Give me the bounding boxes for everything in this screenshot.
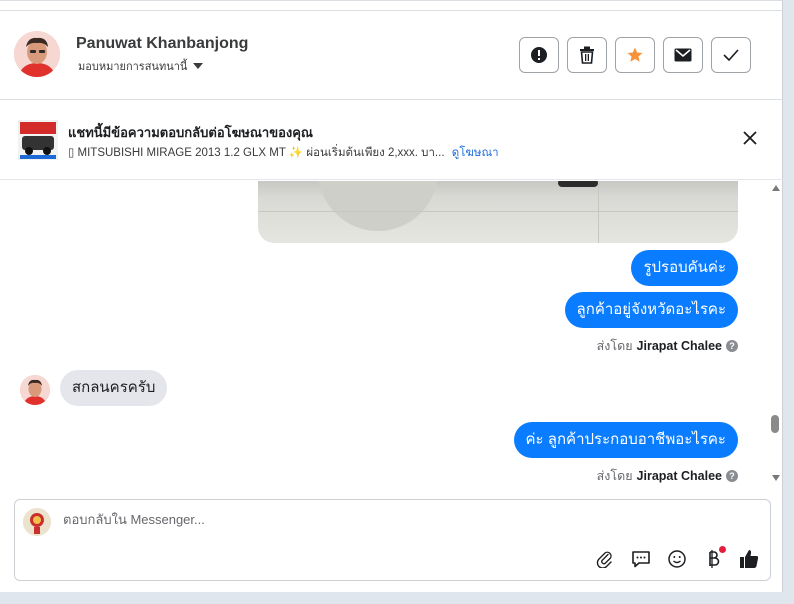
sent-by-prefix: ส่งโดย: [596, 469, 633, 483]
like-button[interactable]: [738, 548, 760, 570]
contact-avatar[interactable]: [14, 31, 60, 77]
mark-unread-button[interactable]: [663, 37, 703, 73]
contact-name[interactable]: Panuwat Khanbanjong: [76, 35, 248, 53]
caret-down-icon: [193, 63, 204, 69]
message-bubble-incoming[interactable]: สกลนครครับ: [60, 370, 168, 406]
contact-avatar-small[interactable]: [20, 375, 50, 405]
ad-description: ▯ MITSUBISHI MIRAGE 2013 1.2 GLX MT ✨ ผ่…: [68, 147, 445, 159]
emoji-button[interactable]: [666, 548, 688, 570]
help-icon[interactable]: ?: [726, 340, 738, 352]
scroll-down-arrow-icon[interactable]: [772, 475, 780, 481]
baht-icon: [709, 550, 720, 568]
help-icon[interactable]: ?: [726, 470, 738, 482]
spam-button[interactable]: [519, 37, 559, 73]
message-scrollbar[interactable]: [768, 181, 782, 493]
paperclip-icon: [596, 551, 612, 568]
chat-bubble-icon: [632, 551, 650, 568]
mark-done-button[interactable]: [711, 37, 751, 73]
thumbs-up-icon: [740, 550, 759, 568]
close-banner-button[interactable]: [743, 131, 757, 150]
delete-button[interactable]: [567, 37, 607, 73]
reply-composer: [14, 499, 771, 581]
ad-banner-title: แชทนี้มีข้อความตอบกลับต่อโฆษณาของคุณ: [68, 125, 313, 140]
car-photo-attachment[interactable]: [258, 181, 738, 243]
payment-button[interactable]: [702, 546, 726, 570]
attach-button[interactable]: [594, 548, 616, 570]
ad-reply-banner: แชทนี้มีข้อความตอบกลับต่อโฆษณาของคุณ ▯ M…: [0, 101, 783, 180]
header-actions: [519, 37, 751, 73]
message-bubble-outgoing[interactable]: ค่ะ ลูกค้าประกอบอาชีพอะไรคะ: [513, 422, 738, 458]
trash-icon: [580, 46, 594, 64]
scrollbar-thumb[interactable]: [771, 415, 779, 433]
assign-conversation-dropdown[interactable]: มอบหมายการสนทนานี้: [78, 57, 204, 75]
scroll-up-arrow-icon[interactable]: [772, 185, 780, 191]
ad-thumbnail[interactable]: [18, 120, 58, 160]
reply-input[interactable]: [63, 512, 663, 527]
message-bubble-outgoing[interactable]: ลูกค้าอยู่จังหวัดอะไรคะ: [564, 292, 738, 328]
check-icon: [723, 49, 739, 61]
message-list[interactable]: รูปรอบคันค่ะ ลูกค้าอยู่จังหวัดอะไรคะ ส่ง…: [0, 181, 768, 493]
sent-by-label: ส่งโดย Jirapat Chalee ?: [597, 466, 738, 486]
conversation-header: Panuwat Khanbanjong มอบหมายการสนทนานี้: [0, 10, 783, 100]
notification-dot: [719, 546, 726, 553]
sent-by-agent: Jirapat Chalee: [636, 339, 722, 353]
alert-circle-icon: [531, 47, 547, 63]
close-icon: [743, 131, 757, 145]
star-icon: [627, 47, 643, 62]
envelope-icon: [674, 48, 692, 62]
conversation-panel: Panuwat Khanbanjong มอบหมายการสนทนานี้ แ…: [0, 0, 783, 592]
composer-tools: [594, 546, 760, 570]
ad-banner-subtitle: ▯ MITSUBISHI MIRAGE 2013 1.2 GLX MT ✨ ผ่…: [68, 144, 499, 162]
view-ad-link[interactable]: ดูโฆษณา: [452, 147, 499, 159]
message-bubble-outgoing[interactable]: รูปรอบคันค่ะ: [631, 250, 738, 286]
sent-by-agent: Jirapat Chalee: [636, 469, 722, 483]
sent-by-label: ส่งโดย Jirapat Chalee ?: [597, 336, 738, 356]
saved-replies-button[interactable]: [630, 548, 652, 570]
star-button[interactable]: [615, 37, 655, 73]
assign-label: มอบหมายการสนทนานี้: [78, 61, 188, 73]
sent-by-prefix: ส่งโดย: [596, 339, 633, 353]
page-avatar: [23, 508, 51, 536]
smiley-icon: [668, 550, 686, 568]
